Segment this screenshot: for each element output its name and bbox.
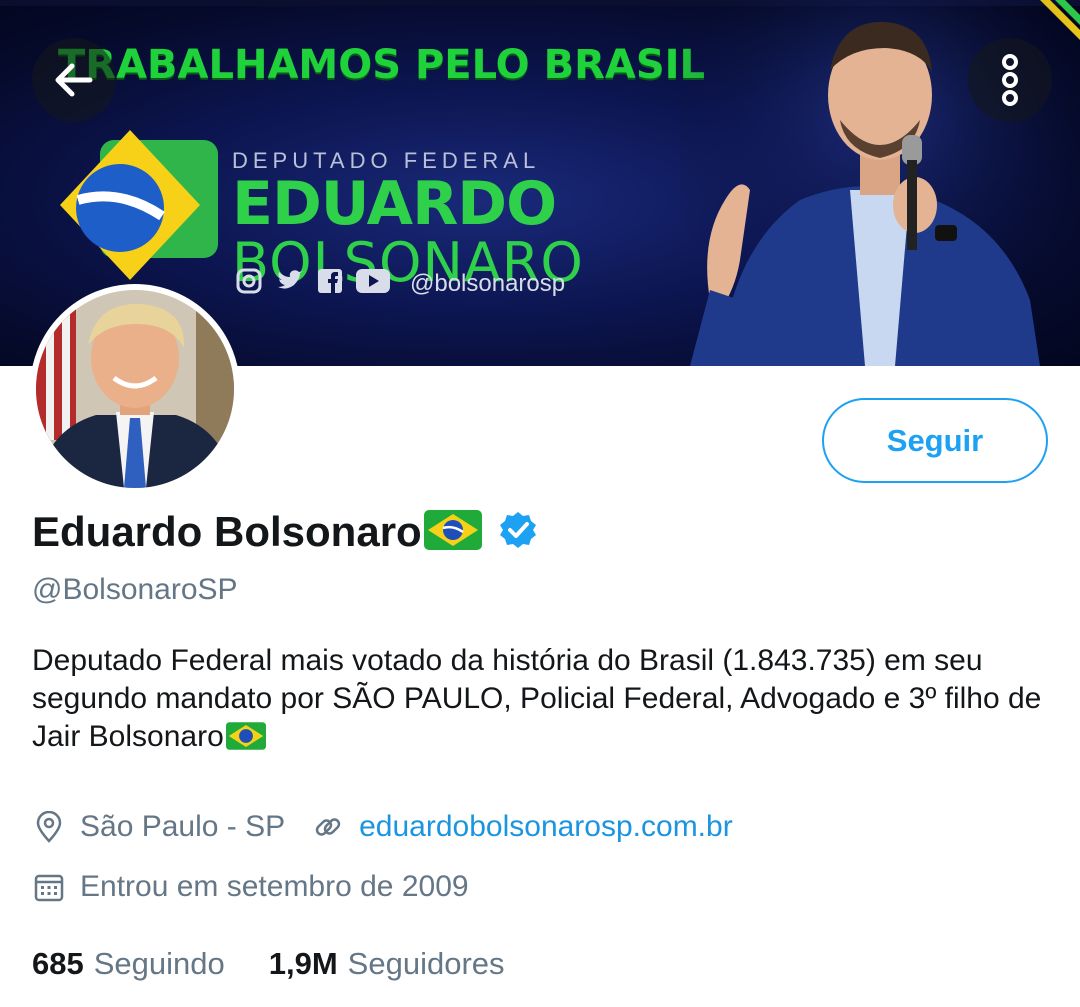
banner-social-handle: @bolsonarosp bbox=[410, 269, 566, 297]
followers-stat[interactable]: 1,9M Seguidores bbox=[269, 946, 505, 982]
display-name: Eduardo Bolsonaro bbox=[32, 508, 422, 555]
twitter-bird-icon bbox=[276, 269, 304, 298]
youtube-icon bbox=[356, 269, 390, 298]
verified-badge-icon bbox=[498, 510, 538, 555]
arrow-left-icon bbox=[55, 63, 93, 97]
profile-joined-date: Entrou em setembro de 2009 bbox=[80, 870, 469, 903]
profile-meta-location-link: São Paulo - SP eduardobolsonarosp.com.br bbox=[32, 810, 733, 844]
profile-website-link[interactable]: eduardobolsonarosp.com.br bbox=[359, 810, 733, 844]
instagram-icon bbox=[236, 268, 262, 299]
profile-website-group: eduardobolsonarosp.com.br bbox=[311, 810, 733, 844]
profile-meta-joined: Entrou em setembro de 2009 bbox=[32, 870, 469, 904]
back-button[interactable] bbox=[32, 38, 116, 122]
brazil-flag-icon bbox=[225, 722, 266, 760]
followers-count: 1,9M bbox=[268, 946, 338, 981]
banner-headline: TRABALHAMOS PELO BRASIL bbox=[58, 42, 706, 88]
banner-social-row: @bolsonarosp bbox=[236, 268, 565, 299]
avatar-photo bbox=[36, 290, 234, 488]
follow-button[interactable]: Seguir bbox=[822, 398, 1048, 483]
following-label: Seguindo bbox=[93, 946, 225, 981]
following-stat[interactable]: 685 Seguindo bbox=[32, 946, 225, 982]
profile-handle: @BolsonaroSP bbox=[32, 573, 238, 606]
location-pin-icon bbox=[32, 810, 66, 844]
facebook-icon bbox=[318, 269, 342, 298]
brazil-flag-icon bbox=[423, 509, 482, 555]
profile-bio: Deputado Federal mais votado da história… bbox=[32, 642, 1062, 760]
link-icon bbox=[311, 810, 345, 844]
profile-location: São Paulo - SP bbox=[80, 810, 286, 843]
more-options-button[interactable] bbox=[968, 38, 1052, 122]
bio-text: Deputado Federal mais votado da história… bbox=[32, 644, 1042, 753]
logo-first-name: EDUARDO bbox=[232, 169, 557, 239]
profile-name-row: Eduardo Bolsonaro bbox=[32, 508, 538, 556]
profile-stats: 685 Seguindo 1,9M Seguidores bbox=[32, 946, 505, 982]
profile-avatar[interactable] bbox=[30, 284, 240, 494]
following-count: 685 bbox=[32, 946, 84, 981]
followers-label: Seguidores bbox=[347, 946, 505, 981]
calendar-icon bbox=[32, 870, 66, 904]
more-vertical-icon bbox=[1002, 54, 1018, 106]
brazil-logo-mark bbox=[60, 130, 218, 280]
